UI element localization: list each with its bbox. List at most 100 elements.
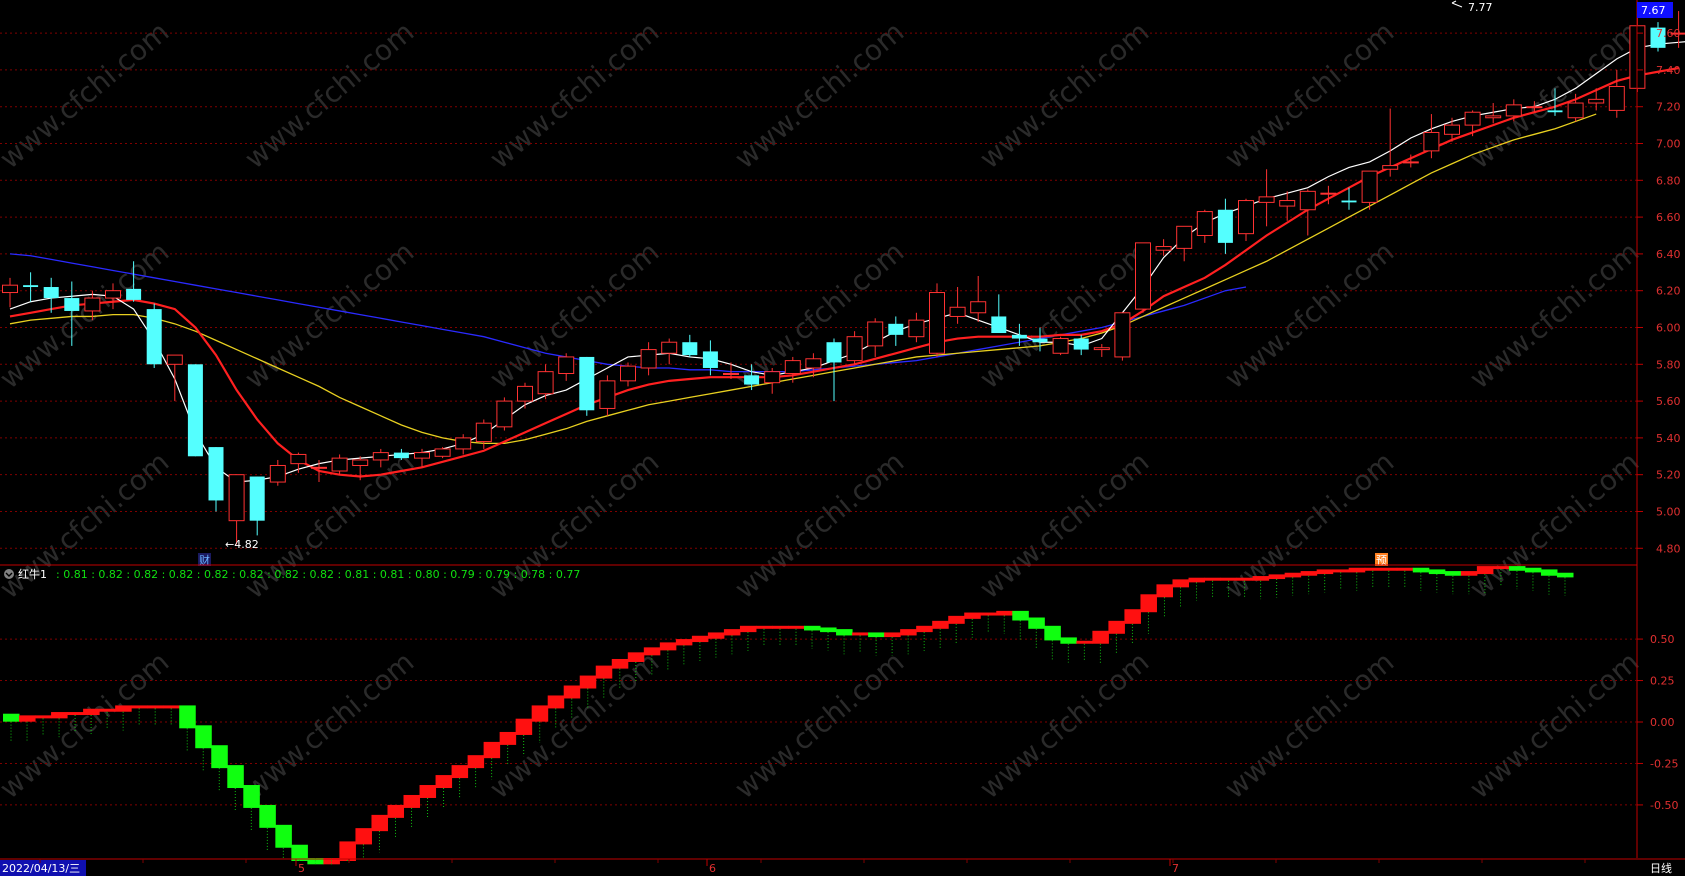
indicator-bar	[884, 632, 901, 638]
watermark-text: www.cfchi.com	[1218, 645, 1400, 805]
candle-body	[661, 341, 678, 354]
candlestick[interactable]	[558, 353, 575, 381]
indicator-bar	[788, 625, 805, 629]
candlestick[interactable]	[1258, 169, 1275, 227]
indicator-bar	[996, 610, 1013, 616]
indicator-bar	[643, 647, 661, 656]
candle-body	[970, 301, 987, 314]
candlestick[interactable]	[908, 312, 925, 343]
candlestick[interactable]	[640, 342, 657, 376]
watermark-text: www.cfchi.com	[238, 235, 420, 395]
indicator-bar	[1348, 567, 1366, 573]
indicator-bar	[900, 629, 917, 636]
candlestick[interactable]	[1217, 198, 1233, 254]
candlestick[interactable]	[537, 364, 554, 400]
candlestick[interactable]	[929, 283, 945, 357]
indicator-bar	[804, 625, 821, 631]
watermark-text: www.cfchi.com	[0, 445, 175, 605]
candlestick[interactable]	[187, 364, 203, 457]
candlestick[interactable]	[579, 356, 595, 416]
candlestick[interactable]	[1073, 334, 1089, 356]
indicator-bar	[483, 741, 501, 759]
candlestick[interactable]	[331, 454, 348, 475]
candlestick[interactable]	[208, 447, 224, 512]
candle-body	[1155, 246, 1172, 251]
indicator-bar	[659, 642, 677, 651]
candlestick[interactable]	[1464, 110, 1481, 137]
watermark-text: www.cfchi.com	[728, 645, 910, 805]
candle-body	[1196, 211, 1213, 237]
candlestick[interactable]	[867, 318, 884, 357]
candle-body	[1093, 347, 1110, 351]
candlestick[interactable]	[496, 397, 513, 431]
candlestick[interactable]	[1382, 108, 1399, 177]
candle-body	[187, 364, 203, 457]
candlestick[interactable]	[764, 367, 781, 394]
candlestick[interactable]	[23, 272, 39, 302]
indicator-title-row: 红牛1 : 0.81 : 0.82 : 0.82 : 0.82 : 0.82 :…	[4, 567, 580, 581]
candlestick[interactable]	[1114, 312, 1131, 361]
candlestick[interactable]	[661, 338, 678, 365]
candlestick[interactable]	[146, 303, 162, 368]
candlestick[interactable]	[949, 287, 966, 324]
candlestick[interactable]	[455, 434, 472, 455]
indicator-bar	[691, 635, 709, 643]
candlestick[interactable]	[620, 362, 636, 387]
candle-body	[1423, 131, 1440, 152]
indicator-bar	[1028, 617, 1045, 629]
price-axis-label: 7.20	[1656, 101, 1681, 114]
candlestick[interactable]	[888, 316, 904, 346]
indicator-bar	[980, 612, 997, 616]
candlestick[interactable]	[269, 459, 286, 486]
period-label[interactable]: 日线	[1650, 861, 1672, 875]
candlestick[interactable]	[434, 447, 451, 459]
candlestick[interactable]	[846, 331, 863, 365]
watermark-text: www.cfchi.com	[483, 235, 665, 395]
candlestick[interactable]	[1196, 209, 1213, 243]
candlestick[interactable]	[2, 277, 18, 308]
candlestick[interactable]	[1608, 69, 1625, 118]
indicator-bar	[1364, 567, 1382, 571]
candlestick[interactable]	[1176, 225, 1193, 262]
candlestick[interactable]	[475, 419, 492, 449]
candlestick[interactable]	[1279, 191, 1296, 221]
candlestick[interactable]	[599, 375, 616, 416]
indicator-bar	[499, 731, 517, 745]
candle-body	[805, 358, 822, 369]
indicator-bar	[1236, 577, 1254, 581]
candlestick[interactable]	[517, 382, 533, 409]
indicator-bar	[739, 625, 757, 633]
candlestick[interactable]	[1052, 336, 1069, 356]
candlestick[interactable]	[290, 452, 307, 473]
indicator-bar	[563, 685, 581, 699]
indicator-bar	[467, 755, 485, 769]
candlestick[interactable]	[1238, 198, 1254, 242]
candle-body	[23, 285, 39, 288]
indicator-axis-label: -0.50	[1650, 799, 1678, 812]
candlestick[interactable]	[1093, 344, 1110, 357]
indicator-axis-label: 0.25	[1650, 675, 1675, 688]
indicator-bar	[1396, 567, 1414, 571]
candle-body	[228, 474, 245, 522]
price-axis-label: 7.40	[1656, 64, 1681, 77]
candle-body	[1485, 115, 1502, 119]
candle-body	[929, 292, 945, 354]
candlestick[interactable]	[991, 294, 1007, 334]
stock-chart[interactable]: www.cfchi.com www.cfchi.com www.cfchi.com w…	[0, 0, 1685, 876]
watermark-text: www.cfchi.com	[1218, 235, 1400, 395]
candlestick[interactable]	[1135, 242, 1151, 313]
low-price-label: ←4.82	[225, 538, 259, 551]
watermark-text: www.cfchi.com	[1218, 15, 1400, 175]
candle-body	[208, 447, 224, 501]
candle-body	[1032, 338, 1048, 343]
candlestick[interactable]	[228, 474, 245, 545]
candlestick[interactable]	[970, 275, 987, 322]
candle-body	[496, 400, 513, 428]
candlestick[interactable]	[784, 356, 801, 383]
candle-body	[475, 422, 492, 443]
indicator-menu-icon[interactable]	[4, 569, 14, 579]
indicator-bar	[836, 629, 853, 636]
month-label: 7	[1172, 862, 1179, 875]
candlestick[interactable]	[249, 476, 265, 536]
candlestick[interactable]	[682, 334, 698, 357]
